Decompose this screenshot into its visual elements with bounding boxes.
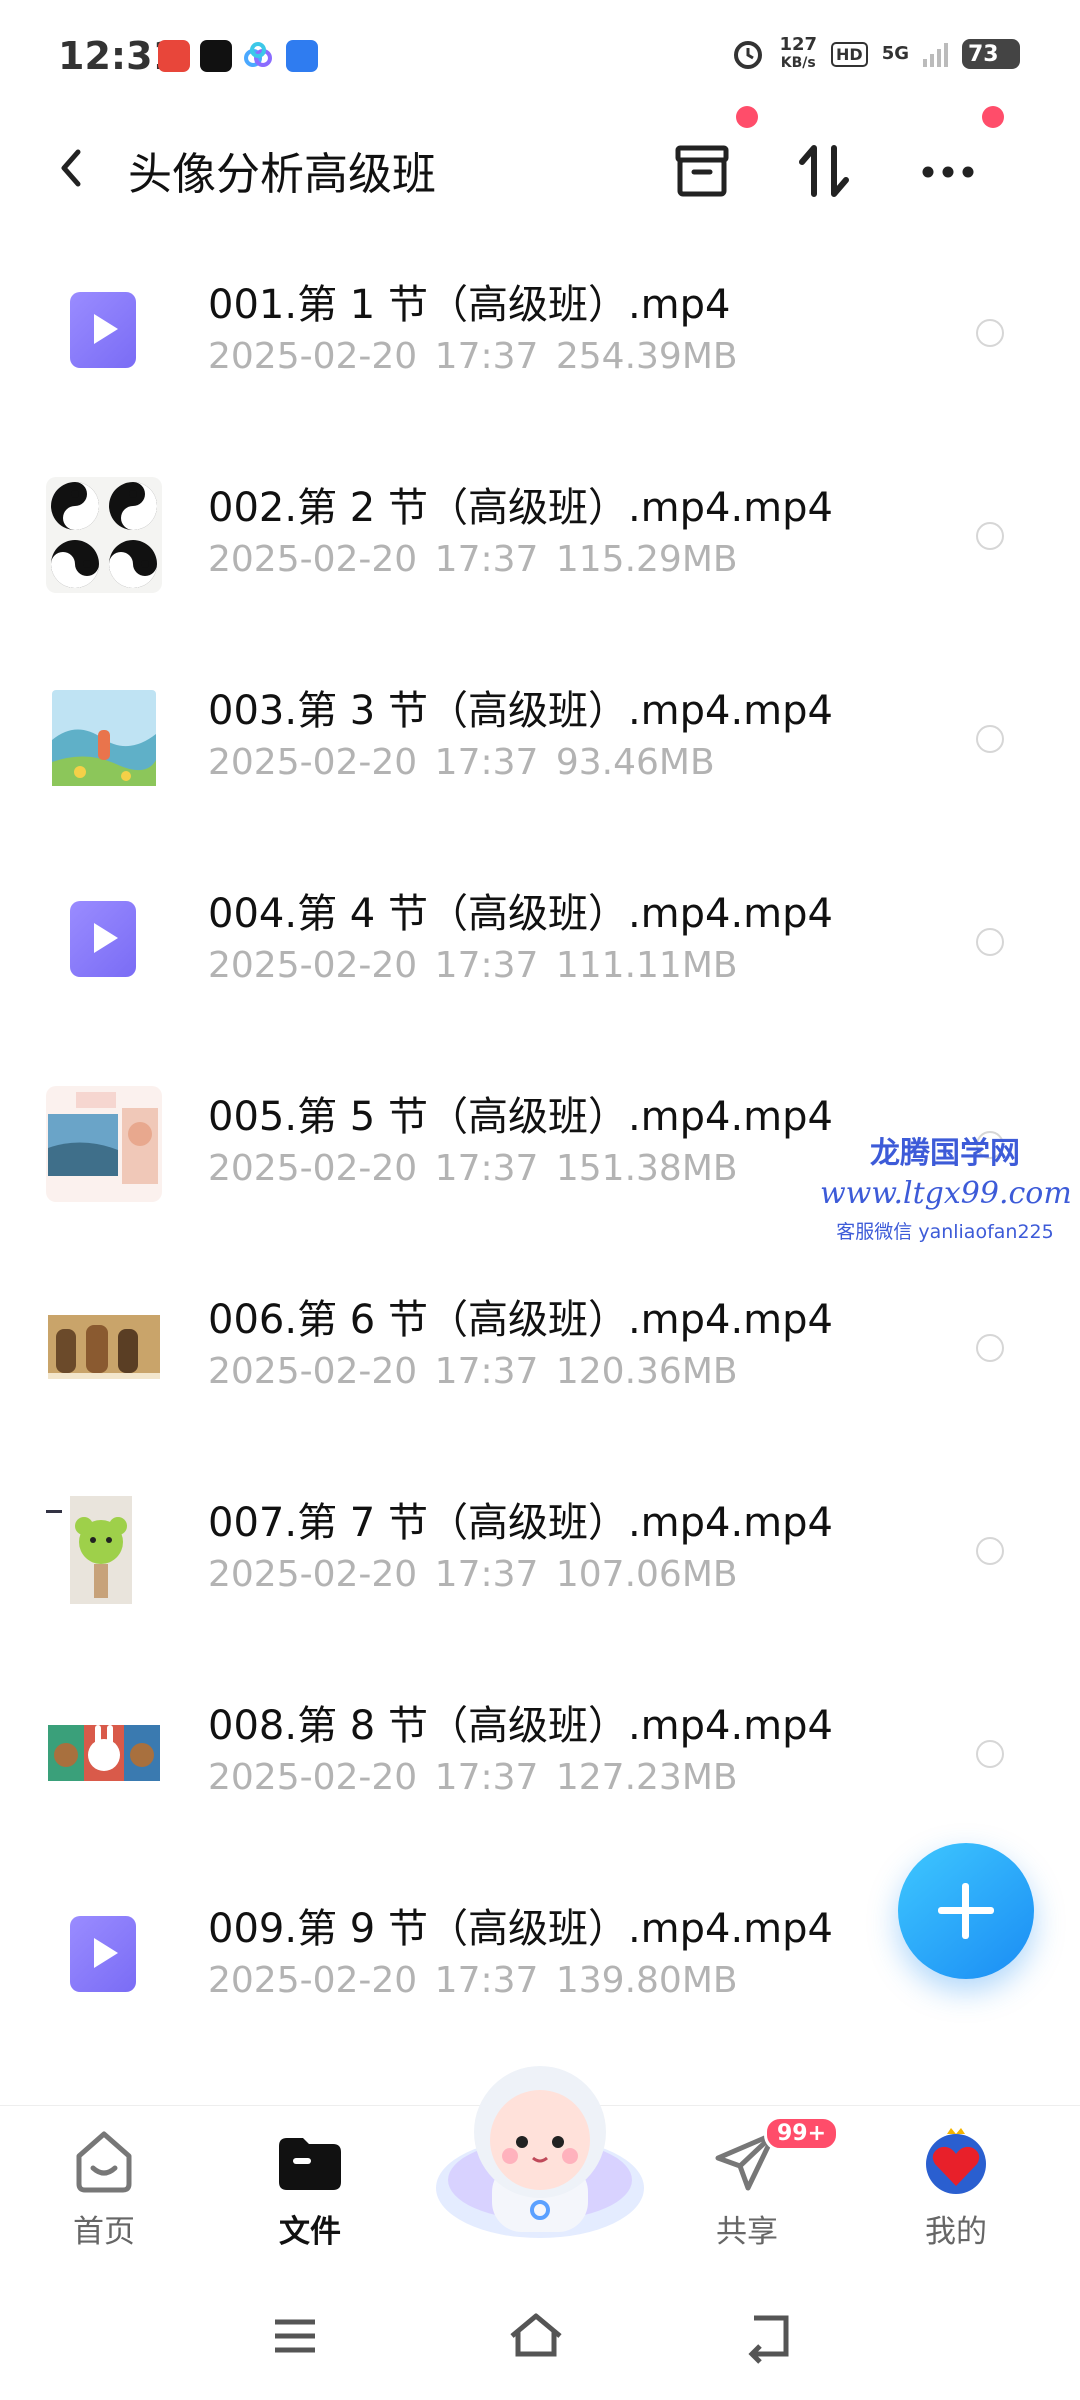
watermark-line1: 龙腾国学网 — [870, 1136, 1020, 1171]
file-meta: 2025-02-20 17:37 254.39MB — [208, 336, 738, 377]
file-row[interactable]: 008.第 8 节（高级班）.mp4.mp4 2025-02-20 17:37 … — [0, 1657, 1080, 1860]
video-file-icon — [46, 883, 162, 999]
hd-badge: HD — [831, 41, 868, 67]
file-row[interactable]: 007.第 7 节（高级班）.mp4.mp4 2025-02-20 17:37 … — [0, 1454, 1080, 1657]
nav-mine[interactable]: 我的 — [886, 2126, 1026, 2251]
nav-home-label: 首页 — [73, 2214, 135, 2250]
file-meta: 2025-02-20 17:37 151.38MB — [208, 1148, 738, 1189]
file-name: 001.第 1 节（高级班）.mp4 — [208, 282, 731, 328]
home-icon — [69, 2126, 139, 2196]
signal-icon — [923, 41, 948, 67]
app-notification-icon — [158, 40, 190, 72]
file-name: 004.第 4 节（高级班）.mp4.mp4 — [208, 891, 833, 937]
file-row[interactable]: 004.第 4 节（高级班）.mp4.mp4 2025-02-20 17:37 … — [0, 845, 1080, 1048]
sort-icon[interactable] — [786, 134, 862, 210]
file-row[interactable]: 001.第 1 节（高级班）.mp4 2025-02-20 17:37 254.… — [0, 236, 1080, 439]
file-name: 006.第 6 节（高级班）.mp4.mp4 — [208, 1297, 833, 1343]
share-badge: 99+ — [764, 2116, 840, 2151]
video-file-icon — [46, 1898, 162, 2014]
status-bar: 12:31 127 KB/s HD 5G 73 — [0, 0, 1080, 110]
collage-thumbnail — [46, 1086, 162, 1202]
file-name: 005.第 5 节（高级班）.mp4.mp4 — [208, 1094, 833, 1140]
shield-notification-icon — [286, 40, 318, 72]
more-icon[interactable] — [910, 134, 986, 210]
watermark: 龙腾国学网 www.ltgx99.com 客服微信 yanliaofan225 — [820, 1128, 1072, 1244]
archive-icon[interactable] — [664, 134, 740, 210]
back-button-icon[interactable] — [736, 2308, 796, 2364]
watermark-contact: 客服微信 yanliaofan225 — [836, 1221, 1054, 1243]
select-checkbox[interactable] — [976, 1334, 1004, 1362]
nav-files-label: 文件 — [279, 2214, 341, 2250]
file-name: 007.第 7 节（高级班）.mp4.mp4 — [208, 1500, 833, 1546]
alarm-icon — [734, 41, 763, 69]
landscape-thumbnail — [46, 680, 162, 796]
select-checkbox[interactable] — [976, 319, 1004, 347]
select-checkbox[interactable] — [976, 522, 1004, 550]
nav-share[interactable]: 99+ 共享 — [677, 2116, 840, 2251]
select-checkbox[interactable] — [976, 1740, 1004, 1768]
file-meta: 2025-02-20 17:37 111.11MB — [208, 945, 738, 986]
file-meta: 2025-02-20 17:37 127.23MB — [208, 1757, 738, 1798]
file-name: 008.第 8 节（高级班）.mp4.mp4 — [208, 1703, 833, 1749]
file-name: 002.第 2 节（高级班）.mp4.mp4 — [208, 485, 833, 531]
assistant-mascot-icon[interactable] — [430, 2050, 650, 2240]
file-row[interactable]: 002.第 2 节（高级班）.mp4.mp4 2025-02-20 17:37 … — [0, 439, 1080, 642]
nav-home[interactable]: 首页 — [34, 2126, 174, 2251]
page-title: 头像分析高级班 — [128, 149, 436, 200]
file-row[interactable]: 003.第 3 节（高级班）.mp4.mp4 2025-02-20 17:37 … — [0, 642, 1080, 845]
add-button[interactable] — [898, 1843, 1034, 1979]
paper-plane-icon: 99+ — [712, 2116, 840, 2196]
status-indicators: 127 KB/s HD 5G 73 — [731, 36, 1020, 72]
select-checkbox[interactable] — [976, 1537, 1004, 1565]
file-meta: 2025-02-20 17:37 139.80MB — [208, 1960, 738, 2001]
file-meta: 2025-02-20 17:37 93.46MB — [208, 742, 715, 783]
file-name: 009.第 9 节（高级班）.mp4.mp4 — [208, 1906, 833, 1952]
battery-icon: 73 — [962, 39, 1020, 69]
tiktok-notification-icon — [200, 40, 232, 72]
more-notification-dot — [982, 106, 1004, 128]
cloud-notification-icon — [242, 40, 274, 72]
watermark-url: www.ltgx99.com — [820, 1176, 1072, 1211]
avatar — [921, 2126, 991, 2196]
nav-files[interactable]: 文件 — [240, 2126, 380, 2251]
header: 头像分析高级班 — [0, 106, 1080, 218]
menu-icon[interactable] — [265, 2308, 325, 2364]
select-checkbox[interactable] — [976, 928, 1004, 956]
yin-yang-thumbnail — [46, 477, 162, 593]
nav-share-label: 共享 — [716, 2214, 778, 2250]
cartoon-thumbnail — [46, 1695, 162, 1811]
video-file-icon — [46, 274, 162, 390]
home-button-icon[interactable] — [506, 2308, 566, 2364]
file-meta: 2025-02-20 17:37 107.06MB — [208, 1554, 738, 1595]
file-meta: 2025-02-20 17:37 120.36MB — [208, 1351, 738, 1392]
net-speed: 127 KB/s — [779, 34, 818, 72]
nav-mine-label: 我的 — [925, 2214, 987, 2250]
file-name: 003.第 3 节（高级班）.mp4.mp4 — [208, 688, 833, 734]
figurines-thumbnail — [46, 1289, 162, 1405]
plush-thumbnail — [46, 1492, 162, 1608]
battery-level: 73 — [968, 41, 999, 67]
file-meta: 2025-02-20 17:37 115.29MB — [208, 539, 738, 580]
archive-notification-dot — [736, 106, 758, 128]
folder-icon — [275, 2126, 345, 2196]
system-navigation-bar — [0, 2290, 1080, 2380]
file-row[interactable]: 006.第 6 节（高级班）.mp4.mp4 2025-02-20 17:37 … — [0, 1251, 1080, 1454]
back-icon[interactable] — [52, 146, 92, 190]
network-type: 5G — [881, 43, 909, 64]
select-checkbox[interactable] — [976, 725, 1004, 753]
